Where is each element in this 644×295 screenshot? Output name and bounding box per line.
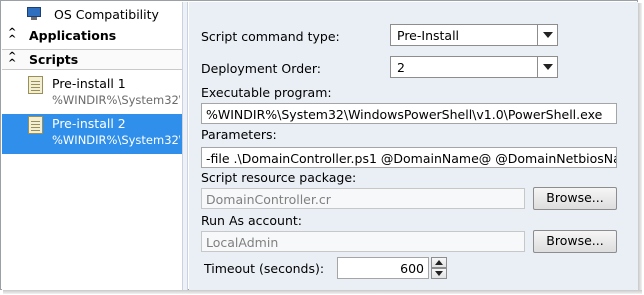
script-resource-package-label: Script resource package:	[201, 170, 357, 185]
script-document-icon	[28, 116, 43, 134]
script-command-type-label: Script command type:	[201, 29, 340, 44]
arrow-up-icon[interactable]	[431, 257, 447, 268]
script-item-path: %WINDIR%\System32\WindowsPowerShell\v1.0…	[52, 93, 180, 107]
script-item-name: Pre-install 2	[52, 116, 126, 131]
tree-item-label: OS Compatibility	[54, 7, 159, 22]
script-properties-panel: Script command type: Pre-Install Deploym…	[189, 2, 638, 290]
browse-resource-package-button[interactable]: Browse...	[533, 187, 617, 210]
input-value: -file .\DomainController.ps1 @DomainName…	[206, 151, 617, 166]
script-resource-package-input: DomainController.cr	[201, 188, 525, 209]
timeout-input[interactable]: 600	[337, 257, 429, 279]
double-chevron-up-icon[interactable]: ^ ^	[8, 28, 16, 45]
dropdown-value: Pre-Install	[397, 28, 460, 43]
script-item-name: Pre-install 1	[52, 76, 126, 91]
script-document-icon	[28, 76, 43, 94]
pane-splitter[interactable]	[182, 2, 188, 290]
deployment-order-label: Deployment Order:	[201, 61, 321, 76]
executable-program-input[interactable]: %WINDIR%\System32\WindowsPowerShell\v1.0…	[201, 103, 617, 124]
executable-program-label: Executable program:	[201, 85, 332, 100]
window-frame: OS Compatibility ^ ^ Applications ^ ^ Scri…	[0, 0, 638, 290]
section-header-applications[interactable]: ^ ^ Applications	[2, 26, 182, 46]
frame-shadow	[638, 3, 642, 293]
frame-shadow	[3, 290, 642, 294]
chevron-down-icon[interactable]	[537, 25, 557, 45]
tree-item-os-compatibility[interactable]: OS Compatibility	[2, 6, 182, 22]
section-header-scripts[interactable]: ^ ^ Scripts	[2, 49, 182, 70]
input-value: %WINDIR%\System32\WindowsPowerShell\v1.0…	[206, 107, 603, 122]
run-as-account-input: LocalAdmin	[201, 231, 525, 252]
timeout-label: Timeout (seconds):	[204, 261, 325, 276]
browse-run-as-account-button[interactable]: Browse...	[533, 230, 617, 253]
section-label: Applications	[29, 28, 117, 43]
timeout-stepper[interactable]	[431, 257, 447, 279]
double-chevron-up-icon[interactable]: ^ ^	[8, 52, 16, 69]
dropdown-value: 2	[397, 60, 405, 75]
input-value: DomainController.cr	[206, 192, 331, 207]
script-command-type-dropdown[interactable]: Pre-Install	[390, 24, 558, 46]
section-label: Scripts	[29, 52, 79, 67]
chevron-down-icon[interactable]	[537, 57, 557, 77]
parameters-label: Parameters:	[201, 127, 277, 142]
arrow-down-icon[interactable]	[431, 268, 447, 279]
script-item-pre-install-2[interactable]: Pre-install 2 %WINDIR%\System32\WindowsP…	[2, 114, 182, 154]
navigation-tree: OS Compatibility ^ ^ Applications ^ ^ Scri…	[2, 2, 182, 290]
input-value: LocalAdmin	[206, 235, 279, 250]
script-item-path: %WINDIR%\System32\WindowsPowerShell\v1.0…	[52, 133, 180, 147]
parameters-input[interactable]: -file .\DomainController.ps1 @DomainName…	[201, 147, 617, 168]
computer-icon	[26, 7, 42, 20]
script-item-pre-install-1[interactable]: Pre-install 1 %WINDIR%\System32\WindowsP…	[2, 74, 182, 114]
run-as-account-label: Run As account:	[201, 213, 302, 228]
deployment-order-dropdown[interactable]: 2	[390, 56, 558, 78]
input-value: 600	[400, 261, 424, 276]
